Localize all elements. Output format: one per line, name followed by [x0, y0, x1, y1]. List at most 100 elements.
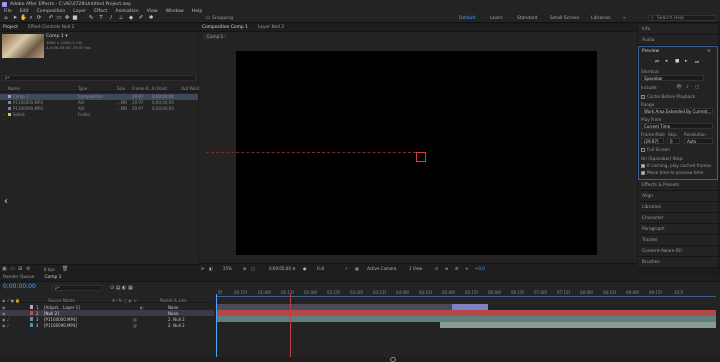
layer-label-color[interactable]: [30, 323, 33, 327]
menu-help[interactable]: Help: [192, 9, 202, 14]
layer-name[interactable]: [Null 2]: [44, 311, 59, 316]
frame-rate-dropdown[interactable]: (29.97): [641, 138, 664, 144]
layer-pickwhip-icon[interactable]: @: [133, 323, 137, 328]
workspace-default[interactable]: Default: [459, 16, 475, 21]
range-dropdown[interactable]: Work Area Extended By Current...: [641, 108, 713, 114]
hand-tool-icon[interactable]: ✋: [20, 15, 27, 21]
camera-dropdown[interactable]: Active Camera: [367, 266, 396, 271]
skip-dropdown[interactable]: 0: [667, 138, 680, 144]
col-frame-rate[interactable]: Frame R...: [132, 86, 152, 91]
info-panel[interactable]: Info: [638, 24, 718, 35]
home-icon[interactable]: ⌂: [3, 15, 9, 21]
puppet-tool-icon[interactable]: ✱: [148, 15, 154, 21]
menu-animation[interactable]: Animation: [115, 9, 138, 14]
fullscreen-checkbox[interactable]: [641, 148, 645, 152]
col-in-point[interactable]: In Point: [152, 86, 167, 91]
previous-frame-icon[interactable]: ◂: [665, 59, 667, 64]
audio-panel[interactable]: Audio: [638, 35, 718, 46]
roto-brush-icon[interactable]: ✐: [138, 15, 144, 21]
reset-exposure-icon[interactable]: ⚙: [455, 266, 459, 271]
col-size[interactable]: Size: [117, 86, 125, 91]
shortcut-dropdown[interactable]: Spacebar: [641, 75, 704, 81]
toggle-pixel-aspect-icon[interactable]: ⊡: [435, 266, 438, 271]
grid-icon[interactable]: ⊞: [243, 266, 246, 271]
project-item[interactable]: P1160000.MP4 AVI ...MB 29.97 0;00;00;00: [0, 100, 198, 106]
next-frame-icon[interactable]: ▸: [685, 59, 687, 64]
current-time-indicator[interactable]: [216, 294, 217, 362]
stop-move-time-checkbox[interactable]: [641, 171, 645, 175]
layer-adjustment-switch-icon[interactable]: ◐: [140, 305, 144, 310]
search-help-input[interactable]: ⌕ Search Help: [648, 15, 716, 21]
timeline-search-input[interactable]: ρ•: [52, 285, 102, 291]
graph-editor-icon[interactable]: ▦: [128, 285, 133, 291]
project-settings-icon[interactable]: ⚙: [26, 266, 30, 272]
layer-parent-dropdown[interactable]: 2. Null 2: [168, 323, 185, 328]
layer-visibility-icon[interactable]: ◉ ♪: [2, 323, 9, 328]
exposure-icon[interactable]: ☀: [465, 266, 469, 271]
play-icon[interactable]: ■: [675, 59, 679, 64]
brushes-panel[interactable]: Brushes: [638, 257, 718, 268]
content-aware-fill-panel[interactable]: Content-Aware Fill: [638, 246, 718, 257]
menu-file[interactable]: File: [4, 9, 12, 14]
layer-visibility-icon[interactable]: ◉ ♪: [2, 317, 9, 322]
layer-label-color[interactable]: [30, 305, 33, 309]
folder-chevron-icon[interactable]: ›: [3, 112, 5, 117]
tab-composition[interactable]: Composition Comp 1: [202, 25, 248, 30]
pan-behind-tool-icon[interactable]: ✥: [64, 15, 70, 21]
transparency-grid-icon[interactable]: ▦: [355, 266, 359, 271]
shy-icon[interactable]: ⊙: [110, 285, 114, 291]
collapse-panel-arrow-icon[interactable]: ‹: [4, 196, 8, 207]
libraries-panel[interactable]: Libraries: [638, 202, 718, 213]
stop-cached-option[interactable]: If caching, play cached frames: [641, 163, 711, 168]
always-preview-icon[interactable]: ⟳: [201, 266, 204, 271]
tab-project[interactable]: Project: [3, 25, 18, 30]
layer-name[interactable]: [P1160000.MP4]: [44, 317, 77, 322]
col-out-point[interactable]: Out Point: [181, 86, 199, 91]
bit-depth-label[interactable]: 8 bpc: [44, 267, 55, 272]
work-area-bar[interactable]: [216, 296, 716, 297]
type-tool-icon[interactable]: T: [98, 15, 104, 21]
menu-view[interactable]: View: [147, 9, 158, 14]
resolution-dropdown-preview[interactable]: Auto: [684, 138, 713, 144]
delete-icon[interactable]: 🗑: [62, 266, 68, 272]
zoom-tool-icon[interactable]: ⌕: [28, 15, 34, 21]
frame-blending-icon[interactable]: ▤: [116, 285, 121, 291]
tab-layer[interactable]: Layer Null 2: [258, 25, 284, 30]
character-panel[interactable]: Character: [638, 213, 718, 224]
layer-visibility-icon[interactable]: ◉: [2, 311, 6, 316]
play-from-dropdown[interactable]: Current Time: [641, 123, 713, 129]
null-layer-handle[interactable]: [416, 152, 426, 162]
preview-menu-icon[interactable]: ≡: [707, 49, 711, 54]
layer-bar-clip-2[interactable]: [440, 322, 716, 328]
project-item[interactable]: › Solids Folder: [0, 112, 198, 118]
col-type[interactable]: Type: [78, 86, 87, 91]
workspace-learn[interactable]: Learn: [490, 16, 503, 21]
workspace-libraries[interactable]: Libraries: [591, 16, 610, 21]
tracker-panel[interactable]: Tracker: [638, 235, 718, 246]
col-parent[interactable]: Parent & Link: [160, 298, 187, 303]
view-layout-dropdown[interactable]: 1 View: [409, 266, 422, 271]
timeline-zoom-handle[interactable]: [390, 357, 396, 362]
menu-window[interactable]: Window: [166, 9, 184, 14]
brush-tool-icon[interactable]: ∕: [108, 15, 114, 21]
last-frame-icon[interactable]: ⏭: [695, 59, 699, 65]
zoom-dropdown[interactable]: 25%: [223, 266, 232, 271]
timeline-timecode[interactable]: 0;00;00;00: [3, 283, 36, 290]
include-overlays-icon[interactable]: ▢: [695, 85, 699, 90]
col-name[interactable]: Name: [8, 86, 20, 91]
include-audio-icon[interactable]: ♪: [686, 85, 689, 90]
rect-tool-icon[interactable]: ▭: [56, 15, 62, 21]
orbit-tool-icon[interactable]: ⟳: [36, 15, 42, 21]
cache-checkbox[interactable]: [641, 95, 645, 99]
interpret-footage-icon[interactable]: ▣: [2, 266, 7, 272]
layer-parent-dropdown[interactable]: None: [168, 311, 178, 316]
col-source-name[interactable]: Source Name: [48, 298, 75, 303]
fullscreen-option[interactable]: Full Screen: [641, 147, 670, 152]
shape-tool-icon[interactable]: ■: [72, 15, 78, 21]
motion-blur-icon[interactable]: ◐: [122, 285, 126, 291]
composition-viewer[interactable]: [206, 51, 597, 255]
layer-parent-dropdown[interactable]: None: [168, 305, 178, 310]
clone-stamp-icon[interactable]: ⊥: [118, 15, 124, 21]
comp-breadcrumb[interactable]: Comp 1: [204, 34, 227, 39]
tab-comp-1[interactable]: Comp 1: [44, 275, 61, 280]
